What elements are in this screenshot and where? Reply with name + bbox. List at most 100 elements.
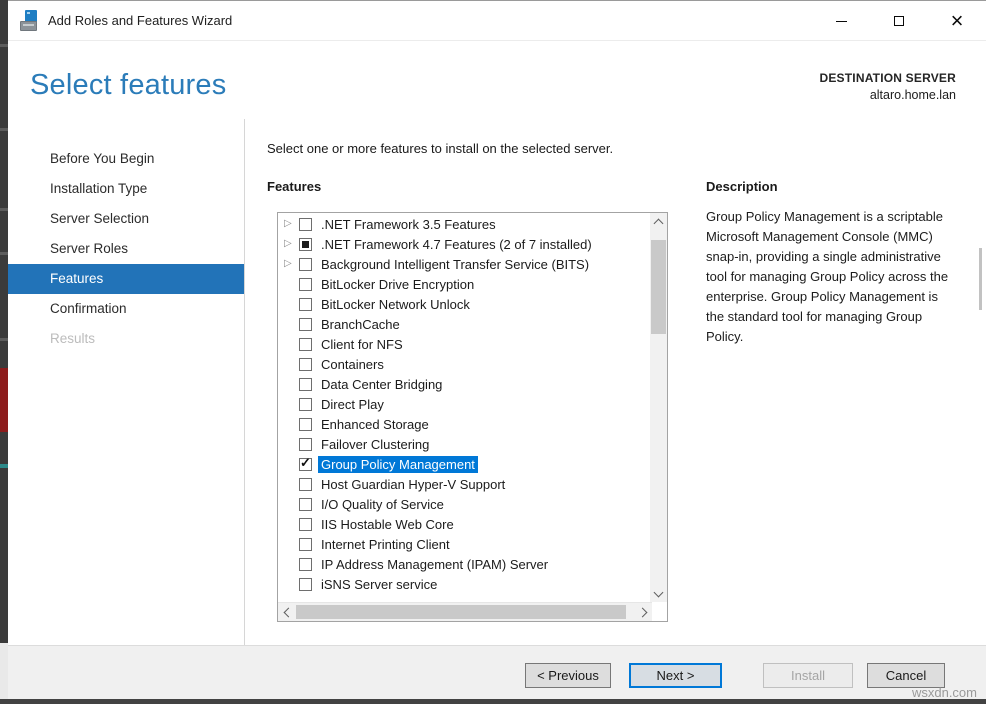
feature-label: IIS Hostable Web Core — [321, 517, 454, 532]
horizontal-scrollbar[interactable] — [278, 602, 652, 621]
feature-row[interactable]: ▷ Internet Printing Client — [278, 534, 650, 554]
feature-row[interactable]: ▷ I/O Quality of Service — [278, 494, 650, 514]
scroll-right-button[interactable] — [635, 603, 652, 622]
close-icon: × — [951, 11, 964, 31]
close-button[interactable]: × — [928, 1, 986, 41]
expander-icon[interactable]: ▷ — [284, 214, 299, 234]
horizontal-scroll-thumb[interactable] — [296, 605, 626, 619]
scroll-up-button[interactable] — [650, 213, 667, 230]
sidebar-item[interactable]: Server Selection — [8, 204, 244, 234]
sidebar-item-label: Results — [50, 331, 95, 346]
feature-checkbox[interactable] — [299, 558, 312, 571]
feature-checkbox[interactable] — [299, 518, 312, 531]
feature-label: Group Policy Management — [318, 456, 478, 473]
feature-row[interactable]: ▷ Direct Play — [278, 394, 650, 414]
expander-icon[interactable]: ▷ — [284, 234, 299, 254]
feature-row[interactable]: ▷ Client for NFS — [278, 334, 650, 354]
watermark-text: wsxdn.com — [912, 685, 977, 700]
feature-checkbox[interactable] — [299, 378, 312, 391]
scroll-left-button[interactable] — [278, 603, 295, 622]
description-text: Group Policy Management is a scriptable … — [706, 207, 954, 347]
sidebar-item[interactable]: Results — [8, 324, 244, 354]
feature-row[interactable]: ▷ Host Guardian Hyper-V Support — [278, 474, 650, 494]
feature-checkbox[interactable] — [299, 318, 312, 331]
sidebar-item[interactable]: Server Roles — [8, 234, 244, 264]
strip-tick — [0, 44, 8, 47]
feature-checkbox[interactable] — [299, 278, 312, 291]
feature-checkbox[interactable] — [299, 418, 312, 431]
server-manager-icon — [20, 10, 44, 33]
destination-server-value: altaro.home.lan — [819, 88, 956, 102]
feature-label: Enhanced Storage — [321, 417, 429, 432]
sidebar-item[interactable]: Confirmation — [8, 294, 244, 324]
feature-label: Data Center Bridging — [321, 377, 442, 392]
feature-checkbox[interactable] — [299, 458, 312, 471]
feature-row[interactable]: ▷ BranchCache — [278, 314, 650, 334]
feature-checkbox[interactable] — [299, 498, 312, 511]
feature-checkbox[interactable] — [299, 218, 312, 231]
vertical-scroll-thumb[interactable] — [651, 240, 666, 334]
feature-label: .NET Framework 4.7 Features (2 of 7 inst… — [321, 237, 592, 252]
strip-teal-segment — [0, 464, 8, 468]
feature-row[interactable]: ▷ IP Address Management (IPAM) Server — [278, 554, 650, 574]
wizard-nav: Before You Begin Installation Type Serve… — [8, 144, 244, 354]
feature-checkbox[interactable] — [299, 438, 312, 451]
chevron-down-icon — [654, 587, 664, 597]
feature-label: Failover Clustering — [321, 437, 429, 452]
feature-row[interactable]: ▷ BitLocker Network Unlock — [278, 294, 650, 314]
feature-label: BranchCache — [321, 317, 400, 332]
sidebar-divider — [244, 119, 245, 645]
sidebar-item[interactable]: Features — [8, 264, 244, 294]
sidebar-item[interactable]: Before You Begin — [8, 144, 244, 174]
feature-checkbox[interactable] — [299, 578, 312, 591]
feature-row[interactable]: ▷ iSNS Server service — [278, 574, 650, 594]
feature-checkbox[interactable] — [299, 258, 312, 271]
titlebar: Add Roles and Features Wizard × — [8, 1, 986, 41]
feature-row[interactable]: ▷ Background Intelligent Transfer Servic… — [278, 254, 650, 274]
scroll-down-button[interactable] — [650, 585, 667, 602]
chevron-up-icon — [654, 218, 664, 228]
features-rows: ▷ .NET Framework 3.5 Features ▷ .NET Fra… — [278, 214, 650, 602]
feature-checkbox[interactable] — [299, 238, 312, 251]
feature-checkbox[interactable] — [299, 298, 312, 311]
next-button[interactable]: Next > — [629, 663, 722, 688]
strip-tick — [0, 128, 8, 131]
feature-row[interactable]: ▷ Failover Clustering — [278, 434, 650, 454]
feature-label: Direct Play — [321, 397, 384, 412]
page-title: Select features — [30, 69, 226, 102]
destination-server-block: DESTINATION SERVER altaro.home.lan — [819, 71, 956, 102]
feature-row[interactable]: ▷ IIS Hostable Web Core — [278, 514, 650, 534]
feature-row[interactable]: ▷ .NET Framework 3.5 Features — [278, 214, 650, 234]
feature-label: IP Address Management (IPAM) Server — [321, 557, 548, 572]
install-button[interactable]: Install — [763, 663, 853, 688]
description-scroll-thumb[interactable] — [979, 248, 982, 310]
feature-row[interactable]: ▷ Enhanced Storage — [278, 414, 650, 434]
instruction-text: Select one or more features to install o… — [267, 141, 613, 156]
feature-checkbox[interactable] — [299, 398, 312, 411]
previous-button[interactable]: < Previous — [525, 663, 611, 688]
feature-row[interactable]: ▷ Data Center Bridging — [278, 374, 650, 394]
feature-checkbox[interactable] — [299, 538, 312, 551]
maximize-icon — [894, 16, 904, 26]
sidebar-item-label: Installation Type — [50, 181, 147, 196]
maximize-button[interactable] — [870, 1, 928, 41]
feature-row[interactable]: ▷ Group Policy Management — [278, 454, 650, 474]
feature-checkbox[interactable] — [299, 338, 312, 351]
feature-row[interactable]: ▷ Containers — [278, 354, 650, 374]
minimize-button[interactable] — [812, 1, 870, 41]
feature-checkbox[interactable] — [299, 478, 312, 491]
window-bottom-edge — [0, 699, 986, 704]
feature-label: I/O Quality of Service — [321, 497, 444, 512]
background-window-sliver — [0, 0, 8, 704]
sidebar-item-label: Features — [50, 271, 103, 286]
expander-icon[interactable]: ▷ — [284, 254, 299, 274]
feature-checkbox[interactable] — [299, 358, 312, 371]
feature-row[interactable]: ▷ BitLocker Drive Encryption — [278, 274, 650, 294]
chevron-right-icon — [637, 608, 647, 618]
strip-tick — [0, 208, 8, 211]
sidebar-item-label: Before You Begin — [50, 151, 154, 166]
feature-row[interactable]: ▷ .NET Framework 4.7 Features (2 of 7 in… — [278, 234, 650, 254]
sidebar-item[interactable]: Installation Type — [8, 174, 244, 204]
feature-label: Client for NFS — [321, 337, 403, 352]
vertical-scrollbar[interactable] — [650, 213, 667, 602]
